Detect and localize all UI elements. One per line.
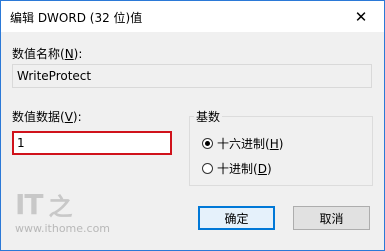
value-name-label-suffix: ): bbox=[73, 47, 83, 61]
radio-decimal[interactable]: 十进制(D) bbox=[202, 160, 272, 177]
value-name-label-prefix: 数值名称( bbox=[12, 47, 65, 61]
value-data-label-prefix: 数值数据( bbox=[12, 110, 65, 124]
value-data-label-suffix: ): bbox=[72, 110, 82, 124]
hex-label-suffix: ) bbox=[278, 136, 284, 151]
dec-mnemonic: D bbox=[257, 161, 267, 176]
value-data-label: 数值数据(V): bbox=[12, 108, 82, 125]
dec-label-prefix: 十进制( bbox=[217, 162, 258, 176]
value-data-input[interactable]: 1 bbox=[12, 131, 172, 155]
radio-button-unchecked-icon bbox=[202, 163, 213, 174]
value-data-mnemonic: V bbox=[64, 110, 73, 124]
ok-button[interactable]: 确定 bbox=[198, 206, 275, 230]
watermark-url: www.ithome.com bbox=[15, 222, 111, 235]
dec-label-suffix: ) bbox=[266, 161, 272, 176]
value-name-field[interactable]: WriteProtect bbox=[12, 64, 372, 88]
value-name-label: 数值名称(N): bbox=[12, 45, 82, 62]
value-name-mnemonic: N bbox=[64, 47, 74, 61]
window-title: 编辑 DWORD (32 位)值 bbox=[10, 11, 143, 25]
ithome-watermark: IT 之 www.ithome.com bbox=[15, 187, 110, 235]
ithome-logo: IT 之 bbox=[15, 188, 73, 221]
cancel-button[interactable]: 取消 bbox=[293, 206, 370, 230]
close-icon: ✕ bbox=[354, 7, 368, 26]
title-bar: 编辑 DWORD (32 位)值 ✕ bbox=[1, 1, 384, 32]
radio-button-checked-icon bbox=[202, 138, 213, 149]
hex-label-prefix: 十六进制( bbox=[217, 137, 270, 151]
radio-hexadecimal[interactable]: 十六进制(H) bbox=[202, 135, 283, 152]
hex-mnemonic: H bbox=[269, 136, 279, 151]
edit-dword-dialog: 编辑 DWORD (32 位)值 ✕ 数值名称(N): WriteProtect… bbox=[0, 0, 385, 251]
close-button[interactable]: ✕ bbox=[338, 1, 384, 32]
base-group-title: 基数 bbox=[194, 108, 223, 125]
